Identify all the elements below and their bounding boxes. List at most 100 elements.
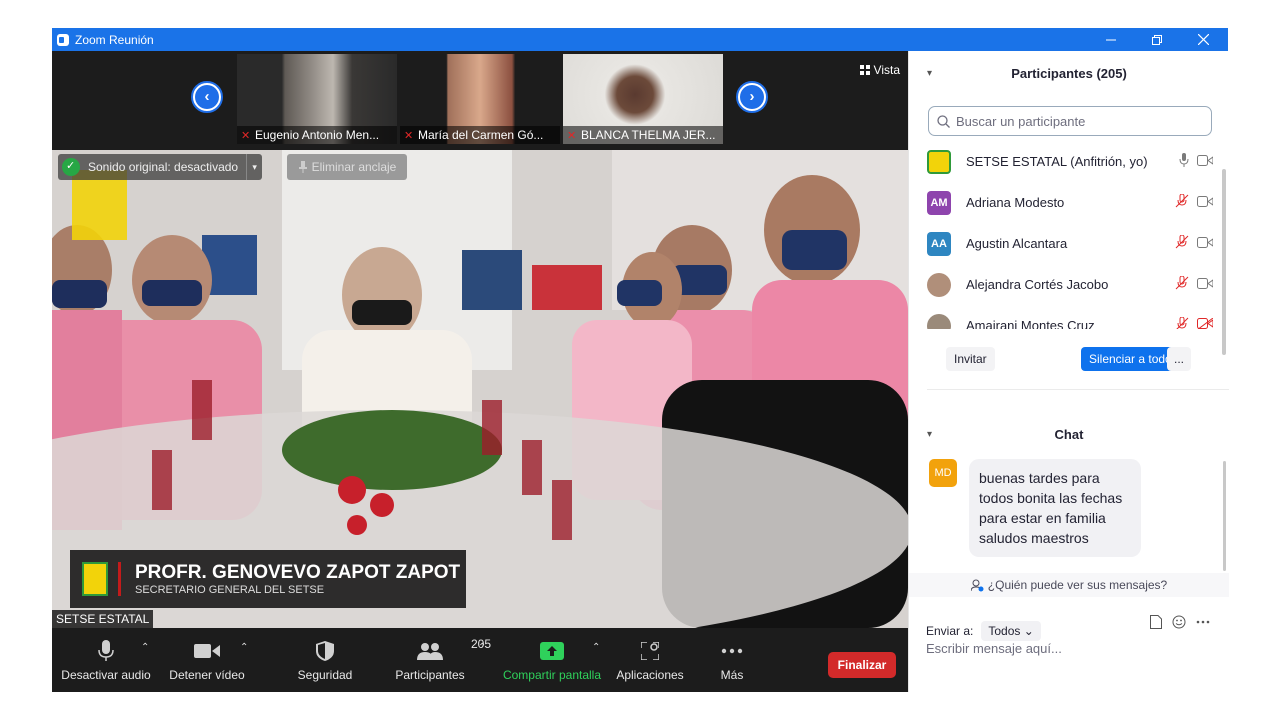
close-button[interactable] xyxy=(1180,28,1226,51)
video-camera-icon xyxy=(1197,154,1213,166)
grid-view-icon xyxy=(859,65,870,75)
mic-muted-icon: ✕ xyxy=(241,130,251,142)
view-button[interactable]: Vista xyxy=(859,63,900,77)
video-options-caret[interactable]: ⌃ xyxy=(240,642,248,653)
chat-tools xyxy=(1150,615,1210,629)
original-sound-label: Sonido original: desactivado xyxy=(88,160,239,174)
active-speaker-name: SETSE ESTATAL xyxy=(52,610,154,628)
avatar: AM xyxy=(927,190,951,215)
share-screen-button[interactable]: Compartir pantalla xyxy=(500,628,604,692)
accent-bar xyxy=(118,562,121,596)
video-camera-icon xyxy=(1197,236,1213,248)
mic-muted-icon xyxy=(1176,317,1189,329)
video-off-icon xyxy=(1197,318,1213,329)
title-bar: Zoom Reunión xyxy=(52,28,1228,51)
more-label: Más xyxy=(720,668,744,682)
video-camera-icon xyxy=(194,644,220,658)
participant-row[interactable]: Alejandra Cortés Jacobo xyxy=(909,264,1219,305)
chevron-down-icon[interactable]: ▾ xyxy=(927,68,932,79)
invite-button[interactable]: Invitar xyxy=(946,347,995,371)
speaker-lower-third: PROFR. GENOVEVO ZAPOT ZAPOT SECRETARIO G… xyxy=(70,550,466,608)
restore-icon xyxy=(1152,34,1162,45)
share-options-caret[interactable]: ⌃ xyxy=(592,642,600,653)
thumbnail-name: ✕ María del Carmen Gó... xyxy=(400,126,560,144)
view-label: Vista xyxy=(873,63,900,77)
participant-search-input[interactable]: Buscar un participante xyxy=(928,106,1212,136)
participant-thumbnail[interactable]: ✕ María del Carmen Gó... xyxy=(400,54,560,144)
stop-video-button[interactable]: Detener vídeo xyxy=(164,628,250,692)
video-camera-icon xyxy=(1197,195,1213,207)
participant-thumbnail[interactable]: ✕ BLANCA THELMA JER... xyxy=(563,54,723,144)
security-button[interactable]: Seguridad xyxy=(292,628,358,692)
chat-header: ▾ Chat xyxy=(909,414,1229,454)
end-meeting-button[interactable]: Finalizar xyxy=(828,652,896,678)
more-button[interactable]: Más xyxy=(708,628,756,692)
next-page-button[interactable]: › xyxy=(736,81,768,113)
share-screen-label: Compartir pantalla xyxy=(502,668,602,682)
stop-video-label: Detener vídeo xyxy=(169,668,245,682)
unpin-label: Eliminar anclaje xyxy=(311,160,397,174)
chat-message-input[interactable]: Escribir mensaje aquí... xyxy=(926,641,1062,656)
chevron-right-icon: › xyxy=(740,85,764,109)
participant-row[interactable]: Amairani Montes Cruz xyxy=(909,305,1219,329)
chevron-down-icon[interactable]: ▾ xyxy=(246,154,262,180)
microphone-icon xyxy=(1179,153,1189,167)
avatar xyxy=(927,313,951,329)
participant-row[interactable]: AA Agustin Alcantara xyxy=(909,223,1219,264)
participants-header: ▾ Participantes (205) xyxy=(909,53,1229,93)
mute-audio-label: Desactivar audio xyxy=(61,668,151,682)
more-options-button[interactable]: ... xyxy=(1167,347,1191,371)
recipient-dropdown[interactable]: Todos ⌄ xyxy=(981,621,1041,641)
participant-actions: Invitar Silenciar a todos ... xyxy=(909,347,1229,375)
send-to-label: Enviar a: xyxy=(926,624,974,638)
chat-message-bubble: buenas tardes para todos bonita las fech… xyxy=(969,459,1141,557)
main-speaker-video: Sonido original: desactivado ▾ Eliminar … xyxy=(52,150,908,628)
participants-scrollbar[interactable] xyxy=(1222,169,1226,355)
audio-options-caret[interactable]: ⌃ xyxy=(141,642,149,653)
avatar xyxy=(927,149,951,174)
mic-muted-icon: ✕ xyxy=(567,130,577,142)
participants-title: Participantes (205) xyxy=(1011,65,1127,81)
user-lock-icon xyxy=(970,579,984,591)
thumbnail-strip: ‹ ✕ Eugenio Antonio Men... ✕ María del Car… xyxy=(52,51,908,147)
participant-name: Agustin Alcantara xyxy=(966,236,1068,251)
meeting-toolbar: Desactivar audio ⌃ Detener vídeo ⌃ Segur… xyxy=(52,628,908,692)
mic-muted-icon xyxy=(1175,235,1189,249)
window-title: Zoom Reunión xyxy=(75,32,154,47)
minimize-icon xyxy=(1106,39,1116,40)
participant-row[interactable]: AM Adriana Modesto xyxy=(909,182,1219,223)
emoji-icon[interactable] xyxy=(1172,615,1186,629)
original-sound-indicator[interactable]: Sonido original: desactivado ▾ xyxy=(58,154,263,180)
participant-thumbnail[interactable]: ✕ Eugenio Antonio Men... xyxy=(237,54,397,144)
minimize-button[interactable] xyxy=(1088,28,1134,51)
apps-button[interactable]: Aplicaciones xyxy=(612,628,688,692)
participant-name: Amairani Montes Cruz xyxy=(966,318,1095,329)
speaker-full-name: PROFR. GENOVEVO ZAPOT ZAPOT xyxy=(135,561,461,583)
microphone-icon xyxy=(98,640,114,661)
file-icon[interactable] xyxy=(1150,615,1162,629)
participant-list: SETSE ESTATAL (Anfitrión, yo) AM Adriana… xyxy=(909,141,1219,329)
who-can-see-link[interactable]: ¿Quién puede ver sus mensajes? xyxy=(909,573,1229,597)
avatar: MD xyxy=(929,459,957,487)
zoom-window: Zoom Reunión ‹ ✕ Eugenio Antonio Men... ✕… xyxy=(52,28,1229,692)
send-to-row: Enviar a: Todos ⌄ xyxy=(926,621,1041,641)
participant-row[interactable]: SETSE ESTATAL (Anfitrión, yo) xyxy=(909,141,1219,182)
search-icon xyxy=(937,114,950,128)
more-dots-icon[interactable] xyxy=(1196,620,1210,624)
mute-audio-button[interactable]: Desactivar audio xyxy=(60,628,152,692)
participants-options-caret[interactable]: ⌃ xyxy=(478,642,486,653)
chevron-down-icon[interactable]: ▾ xyxy=(927,429,932,440)
unpin-button[interactable]: Eliminar anclaje xyxy=(287,154,407,180)
participants-label: Participantes xyxy=(395,668,465,682)
chevron-down-icon: ⌄ xyxy=(1023,624,1034,638)
restore-button[interactable] xyxy=(1134,28,1180,51)
participant-name: Adriana Modesto xyxy=(966,195,1065,210)
participant-name: SETSE ESTATAL (Anfitrión, yo) xyxy=(966,154,1148,169)
avatar xyxy=(927,272,951,297)
mic-muted-icon xyxy=(1175,194,1189,208)
chat-scrollbar[interactable] xyxy=(1223,461,1226,571)
security-label: Seguridad xyxy=(297,668,353,682)
prev-page-button[interactable]: ‹ xyxy=(191,81,223,113)
thumbnail-name: ✕ BLANCA THELMA JER... xyxy=(563,126,723,144)
participants-button[interactable]: 205 Participantes xyxy=(392,628,491,692)
